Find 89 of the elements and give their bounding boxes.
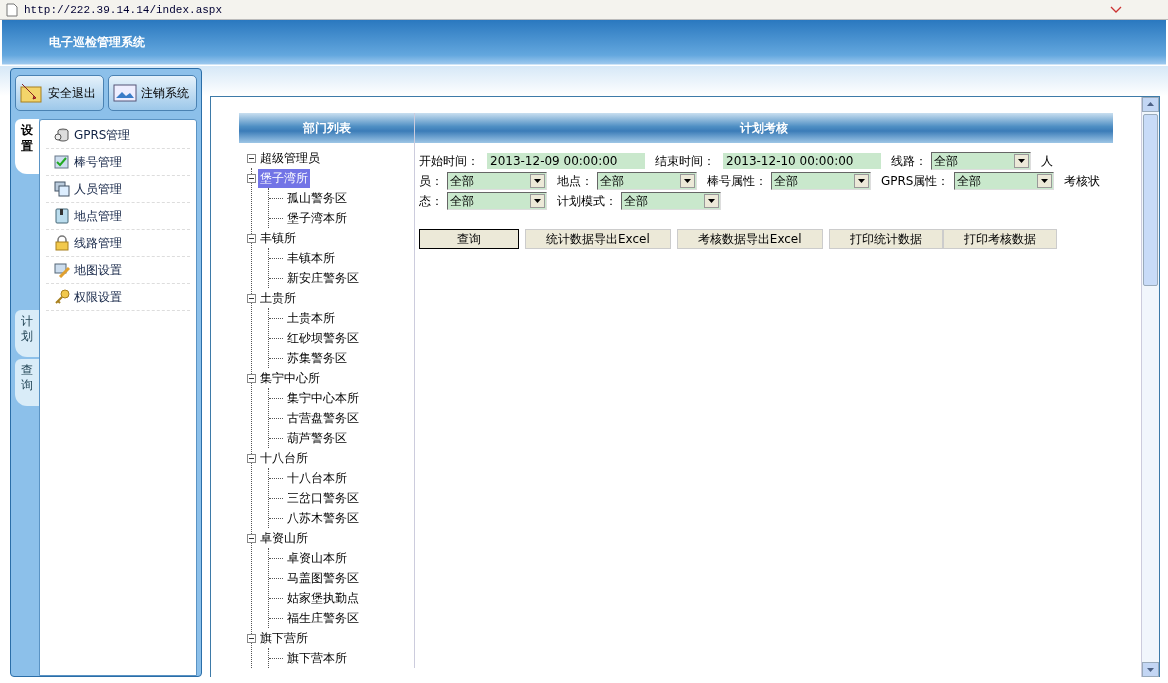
tree-item[interactable]: 堡子湾本所 [285,208,349,228]
field-label: 棒号属性： [707,172,767,190]
signout-button[interactable]: 注销系统 [108,75,197,111]
tree-item[interactable]: 三岔口警务区 [285,488,361,508]
field-label: GPRS属性： [881,172,950,190]
collapse-icon[interactable] [247,153,256,163]
field-label: 地点： [557,172,593,190]
menu-item[interactable]: 线路管理 [46,230,190,257]
panel-header: 部门列表 [239,113,414,143]
tree-item[interactable]: 姑家堡执勤点 [285,588,361,608]
tree-item[interactable]: 孤山警务区 [285,188,349,208]
tree-item[interactable]: 堡子湾所 [258,168,310,188]
collapse-icon[interactable] [247,173,256,183]
logout-button[interactable]: 安全退出 [15,75,104,111]
scroll-down-icon[interactable] [1142,662,1159,677]
dropdown-field[interactable]: 全部 [953,172,1054,190]
tree-item[interactable]: 超级管理员 [258,148,322,168]
field-label: 态： [419,192,443,210]
collapse-icon[interactable] [247,293,256,303]
tree-item[interactable]: 集宁中心所 [258,368,322,388]
page-icon [6,2,18,17]
tree-item[interactable]: 卓资山本所 [285,548,349,568]
checkbox-icon [54,154,70,170]
tree-item[interactable]: 红砂坝警务区 [285,328,361,348]
menu-item[interactable]: 地图设置 [46,257,190,284]
tree-item[interactable]: 苏集警务区 [285,348,349,368]
windows-icon [54,181,70,197]
collapse-icon[interactable] [247,373,256,383]
tree-item[interactable]: 卓资山所 [258,528,310,548]
dropdown-field[interactable]: 全部 [621,192,721,210]
tree-item[interactable]: 新安庄警务区 [285,268,361,288]
field-label: 线路： [891,152,927,170]
url-text: http://222.39.14.14/index.aspx [24,3,224,16]
menu-item[interactable]: 人员管理 [46,176,190,203]
key-icon [54,289,70,305]
menu-item[interactable]: 地点管理 [46,203,190,230]
field-label: 计划模式： [557,192,617,210]
menu-item[interactable]: 棒号管理 [46,149,190,176]
date-field[interactable]: 2013-12-10 00:00:00 [723,153,881,169]
tree-item[interactable]: 福生庄警务区 [285,608,361,628]
tree-item[interactable]: 旗下营所 [258,628,310,648]
field-label: 人 [1041,152,1053,170]
side-tab[interactable]: 查询 [15,358,39,406]
tree-item[interactable]: 十八台本所 [285,468,349,488]
scroll-thumb[interactable] [1143,114,1158,286]
action-button[interactable]: 打印考核数据 [942,229,1057,249]
action-button[interactable]: 打印统计数据 [828,229,943,249]
menu-item[interactable]: 权限设置 [46,284,190,311]
tree-item[interactable]: 集宁中心本所 [285,388,361,408]
tree-item[interactable]: 马盖图警务区 [285,568,361,588]
dropdown-field[interactable]: 全部 [447,192,547,210]
collapse-icon[interactable] [247,633,256,643]
pencil-note-icon [19,82,45,104]
picture-icon [112,82,138,104]
panel-header: 计划考核 [415,113,1113,143]
dropdown-field[interactable]: 全部 [771,172,871,190]
action-button[interactable]: 考核数据导出Excel [676,229,823,249]
scroll-up-icon[interactable] [1142,97,1159,112]
collapse-icon[interactable] [247,533,256,543]
tree-item[interactable]: 土贵本所 [285,308,337,328]
date-field[interactable]: 2013-12-09 00:00:00 [487,153,645,169]
tree-item[interactable]: 八苏木警务区 [285,508,361,528]
dropdown-field[interactable]: 全部 [597,172,697,190]
field-label: 开始时间： [419,152,479,170]
field-label: 员： [419,172,443,190]
tree-item[interactable]: 土贵所 [258,288,298,308]
menu-item[interactable]: GPRS管理 [46,122,190,149]
tree-item[interactable]: 葫芦警务区 [285,428,349,448]
dropdown-field[interactable]: 全部 [931,152,1031,170]
lock-icon [54,235,70,251]
tree-item[interactable]: 丰镇本所 [285,248,337,268]
document-icon [54,208,70,224]
tree-item[interactable]: 古营盘警务区 [285,408,361,428]
tree-item[interactable]: 丰镇所 [258,228,298,248]
system-title: 电子巡检管理系统 [49,33,145,51]
action-button[interactable]: 统计数据导出Excel [525,229,671,249]
action-button[interactable]: 查询 [419,229,519,249]
database-icon [54,127,70,143]
field-label: 考核状 [1063,172,1100,190]
field-label: 结束时间： [655,152,715,170]
collapse-icon[interactable] [247,453,256,463]
dropdown-field[interactable]: 全部 [447,172,547,190]
tree-item[interactable]: 十八台所 [258,448,310,468]
tree-item[interactable]: 旗下营本所 [285,648,349,668]
collapse-icon[interactable] [247,233,256,243]
side-tab[interactable]: 设置 [15,119,39,175]
vertical-scrollbar[interactable] [1141,97,1159,677]
address-bar[interactable]: http://222.39.14.14/index.aspx [0,0,1168,20]
side-tab[interactable]: 计划 [15,309,39,357]
